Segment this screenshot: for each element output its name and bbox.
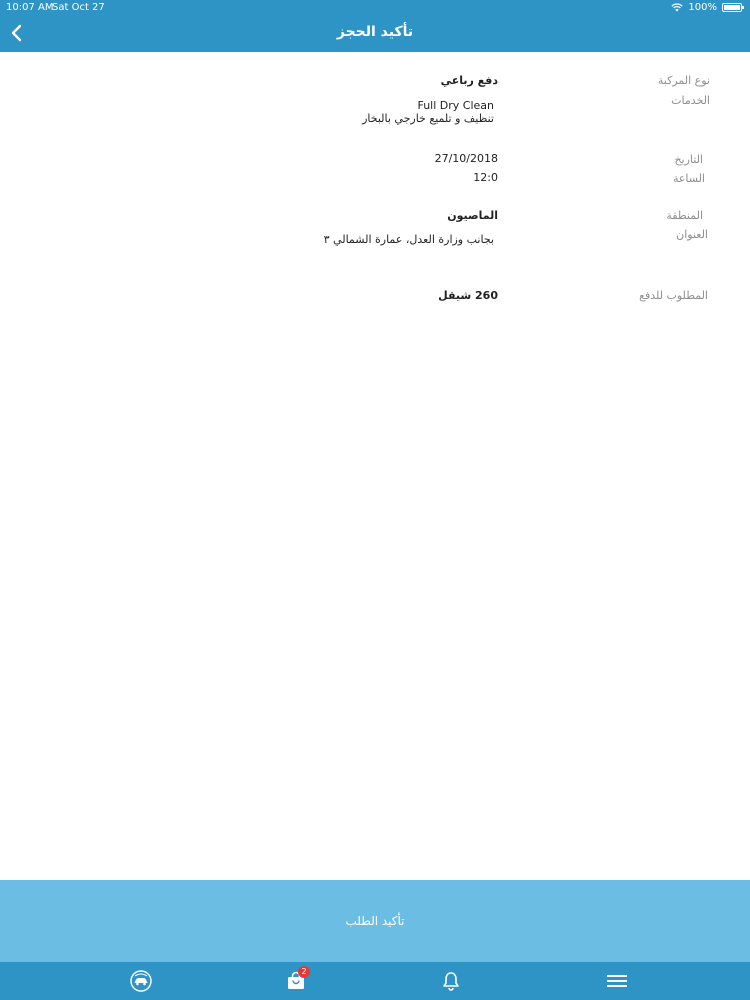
- time-label: الساعة: [672, 172, 705, 185]
- battery-icon: [722, 3, 744, 12]
- car-wash-logo-icon: [130, 970, 152, 992]
- time-value: 12:0: [473, 171, 498, 184]
- services-label: الخدمات: [671, 94, 710, 107]
- status-indicators: 100%: [671, 2, 744, 13]
- address-label: العنوان: [676, 228, 708, 241]
- vehicle-type-value: دفع رباعي: [440, 74, 498, 87]
- top-bar: 10:07 AM Sat Oct 27 100% تأكيد الحجز: [0, 0, 750, 52]
- tab-menu[interactable]: [597, 967, 637, 995]
- area-label: المنطقة: [666, 209, 703, 222]
- cart-badge: 2: [298, 966, 310, 978]
- tab-cart[interactable]: 2: [276, 966, 316, 995]
- hamburger-menu-icon: [607, 975, 627, 987]
- confirm-order-button[interactable]: تأكيد الطلب: [0, 880, 750, 962]
- tab-home[interactable]: [121, 967, 161, 995]
- tab-bar: 2: [0, 962, 750, 1000]
- tab-notifications[interactable]: [431, 967, 471, 995]
- battery-percent: 100%: [688, 2, 717, 13]
- page-title: تأكيد الحجز: [336, 24, 414, 40]
- service-item: Full Dry Clean: [417, 99, 494, 112]
- amount-value: 260 شيقل: [438, 289, 498, 302]
- status-date: Sat Oct 27: [52, 2, 105, 13]
- service-item: تنظيف و تلميع خارجي بالبخار: [362, 112, 494, 125]
- wifi-icon: [671, 3, 684, 12]
- amount-label: المطلوب للدفع: [639, 289, 708, 302]
- date-label: التاريخ: [674, 153, 703, 166]
- address-value: بجانب وزارة العدل، عمارة الشمالي ٣: [323, 233, 494, 246]
- area-value: الماصيون: [447, 209, 498, 222]
- bell-icon: [443, 972, 459, 991]
- vehicle-type-label: نوع المركبة: [657, 74, 710, 87]
- booking-details: نوع المركبة دفع رباعي الخدمات Full Dry C…: [0, 52, 750, 880]
- confirm-order-label: تأكيد الطلب: [345, 914, 405, 928]
- status-time: 10:07 AM: [6, 2, 54, 13]
- date-value: 27/10/2018: [434, 152, 498, 165]
